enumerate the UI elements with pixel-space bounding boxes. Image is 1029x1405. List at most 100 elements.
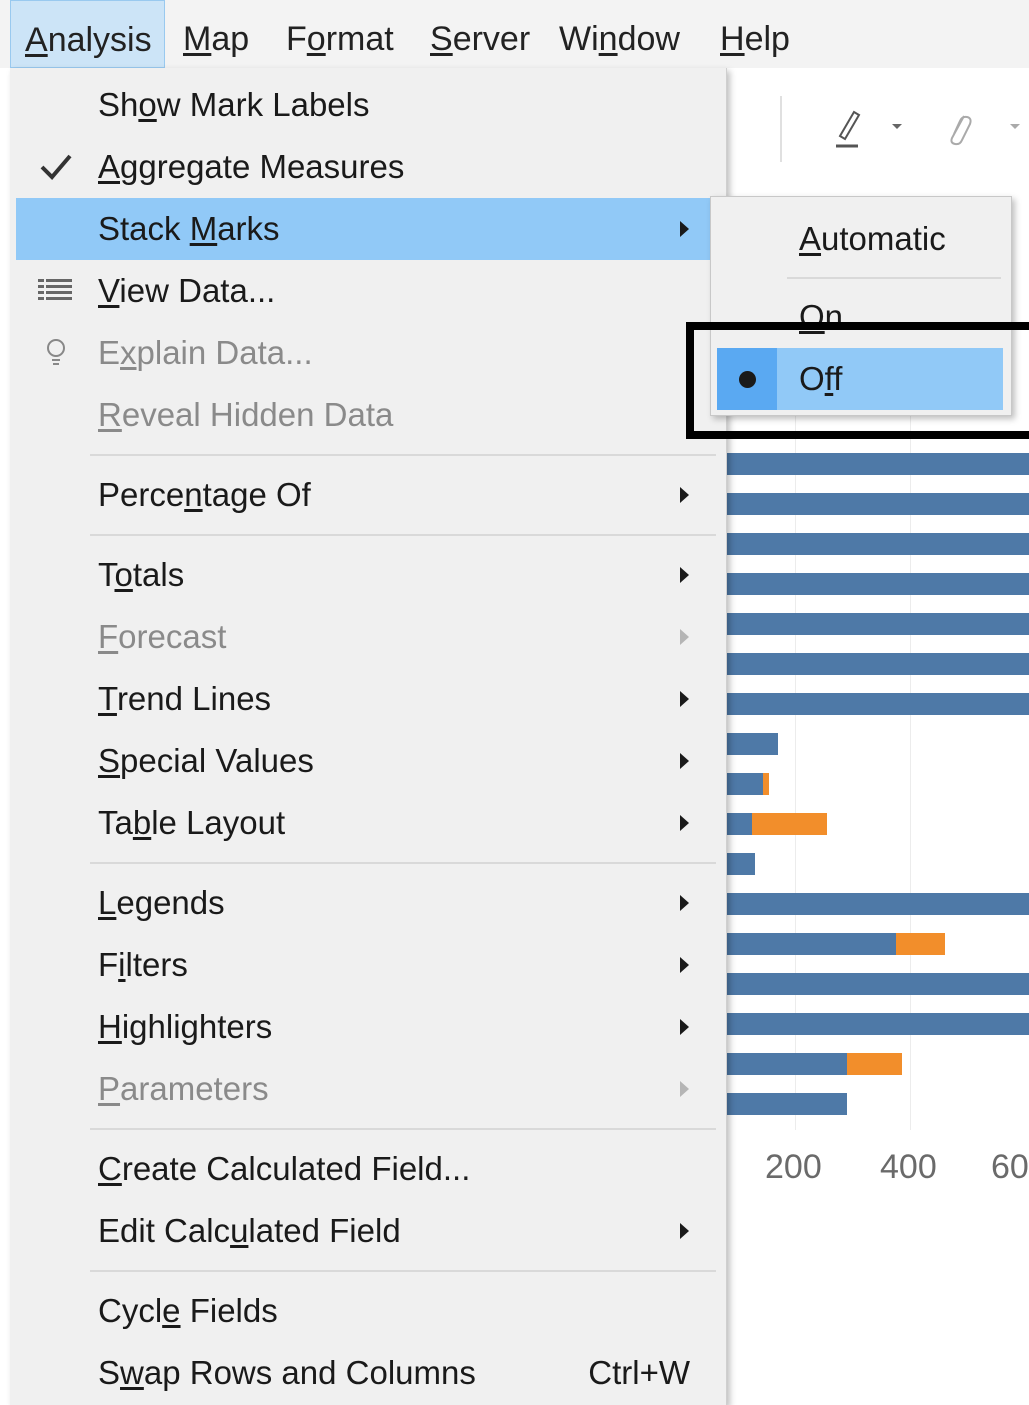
- menu-item-label: Highlighters: [98, 1008, 273, 1045]
- bar-orange[interactable]: [752, 813, 827, 835]
- submenu-arrow-icon: [680, 691, 689, 707]
- checkmark-icon: [40, 154, 72, 180]
- menu-item-explain-data[interactable]: Explain Data...: [16, 322, 720, 384]
- bar-blue[interactable]: [727, 1053, 847, 1075]
- menubar-format[interactable]: Format: [286, 0, 394, 68]
- menu-item-trend-lines[interactable]: Trend Lines: [16, 668, 720, 730]
- axis-tick: 400: [880, 1148, 937, 1186]
- lightbulb-icon: [47, 339, 65, 365]
- pen-dropdown-caret[interactable]: [892, 124, 902, 129]
- menu-item-edit-calculated-field[interactable]: Edit Calculated Field: [16, 1200, 720, 1262]
- menu-separator: [90, 534, 716, 536]
- submenu-arrow-icon: [680, 487, 689, 503]
- bar-blue[interactable]: [727, 453, 1029, 475]
- bar-blue[interactable]: [727, 933, 896, 955]
- submenu-arrow-icon: [680, 1081, 689, 1097]
- submenu-separator: [787, 277, 1001, 279]
- menu-item-label: Legends: [98, 884, 225, 921]
- analysis-menu: Show Mark Labels Aggregate Measures Stac…: [10, 68, 727, 1405]
- menu-separator: [90, 1270, 716, 1272]
- submenu-arrow-icon: [680, 957, 689, 973]
- menu-item-label: Forecast: [98, 618, 227, 655]
- menu-item-label: Create Calculated Field...: [98, 1150, 471, 1187]
- menu-item-label: Reveal Hidden Data: [98, 396, 394, 433]
- menu-item-forecast[interactable]: Forecast: [16, 606, 720, 668]
- annotation-highlight-box: [686, 322, 1029, 439]
- menu-item-label: Aggregate Measures: [98, 148, 405, 185]
- menu-item-label: Totals: [98, 556, 185, 593]
- menu-item-label: Parameters: [98, 1070, 269, 1107]
- menu-item-swap-rows-and-columns[interactable]: Swap Rows and Columns Ctrl+W: [16, 1342, 720, 1404]
- bar-orange[interactable]: [847, 1053, 902, 1075]
- menu-item-percentage-of[interactable]: Percentage Of: [16, 464, 720, 526]
- submenu-arrow-icon: [680, 567, 689, 583]
- menu-separator: [90, 454, 716, 456]
- bar-blue[interactable]: [727, 693, 1029, 715]
- menu-item-label: Percentage Of: [98, 476, 311, 513]
- submenu-arrow-icon: [680, 1223, 689, 1239]
- menu-item-stack-marks[interactable]: Stack Marks: [16, 198, 720, 260]
- menu-item-show-mark-labels[interactable]: Show Mark Labels: [16, 74, 720, 136]
- submenu-arrow-icon: [680, 815, 689, 831]
- menu-item-cycle-fields[interactable]: Cycle Fields: [16, 1280, 720, 1342]
- table-grid-icon: [38, 279, 72, 300]
- bar-orange[interactable]: [763, 773, 769, 795]
- menu-item-label: Edit Calculated Field: [98, 1212, 401, 1249]
- menubar-analysis[interactable]: Analysis: [10, 0, 165, 68]
- menu-item-view-data[interactable]: View Data...: [16, 260, 720, 322]
- menu-item-label: Cycle Fields: [98, 1292, 278, 1329]
- menu-item-special-values[interactable]: Special Values: [16, 730, 720, 792]
- shortcut-label: Ctrl+W: [588, 1354, 690, 1391]
- menu-item-reveal-hidden-data[interactable]: Reveal Hidden Data: [16, 384, 720, 446]
- menu-item-aggregate-measures[interactable]: Aggregate Measures: [16, 136, 720, 198]
- menu-item-legends[interactable]: Legends: [16, 872, 720, 934]
- menu-item-filters[interactable]: Filters: [16, 934, 720, 996]
- menubar-server[interactable]: Server: [430, 0, 530, 68]
- submenu-item-label: Automatic: [799, 220, 946, 257]
- menu-item-highlighters[interactable]: Highlighters: [16, 996, 720, 1058]
- submenu-arrow-icon: [680, 629, 689, 645]
- submenu-arrow-icon: [680, 753, 689, 769]
- menu-item-label: Table Layout: [98, 804, 286, 841]
- bar-blue[interactable]: [727, 1013, 1029, 1035]
- menu-item-label: View Data...: [98, 272, 276, 309]
- menu-item-totals[interactable]: Totals: [16, 544, 720, 606]
- menubar-window[interactable]: Window: [559, 0, 680, 68]
- bar-orange[interactable]: [896, 933, 945, 955]
- submenu-arrow-icon: [680, 1019, 689, 1035]
- menu-item-label: Swap Rows and Columns: [98, 1354, 476, 1391]
- bar-blue[interactable]: [727, 533, 1029, 555]
- menu-item-label: Trend Lines: [98, 680, 272, 717]
- menu-item-table-layout[interactable]: Table Layout: [16, 792, 720, 854]
- menu-item-label: Stack Marks: [98, 210, 280, 247]
- axis-tick: 60: [991, 1148, 1029, 1186]
- menubar-map[interactable]: Map: [183, 0, 249, 68]
- bar-blue[interactable]: [727, 613, 1029, 635]
- submenu-item-automatic[interactable]: Automatic: [717, 208, 1003, 270]
- bar-blue[interactable]: [727, 573, 1029, 595]
- bar-blue[interactable]: [727, 733, 778, 755]
- paperclip-dropdown-caret[interactable]: [1010, 124, 1020, 129]
- submenu-arrow-icon: [680, 895, 689, 911]
- menubar: Analysis Map Format Server Window Help: [0, 0, 1029, 68]
- toolbar-divider: [780, 96, 782, 162]
- bar-blue[interactable]: [727, 893, 1029, 915]
- menu-separator: [90, 1128, 716, 1130]
- bar-blue[interactable]: [727, 653, 1029, 675]
- bar-blue[interactable]: [727, 493, 1029, 515]
- submenu-arrow-icon: [680, 221, 689, 237]
- menu-item-label: Explain Data...: [98, 334, 313, 371]
- menu-item-create-calculated-field[interactable]: Create Calculated Field...: [16, 1138, 720, 1200]
- bar-blue[interactable]: [727, 973, 1029, 995]
- menu-item-parameters[interactable]: Parameters: [16, 1058, 720, 1120]
- menu-item-label: Filters: [98, 946, 188, 983]
- toolbar: [700, 68, 1029, 191]
- paperclip-icon[interactable]: [940, 106, 976, 150]
- bar-blue[interactable]: [727, 853, 755, 875]
- bar-blue[interactable]: [727, 813, 752, 835]
- bar-blue[interactable]: [727, 773, 763, 795]
- menubar-help[interactable]: Help: [720, 0, 790, 68]
- pen-icon[interactable]: [828, 106, 868, 150]
- bar-blue[interactable]: [727, 1093, 847, 1115]
- menu-separator: [90, 862, 716, 864]
